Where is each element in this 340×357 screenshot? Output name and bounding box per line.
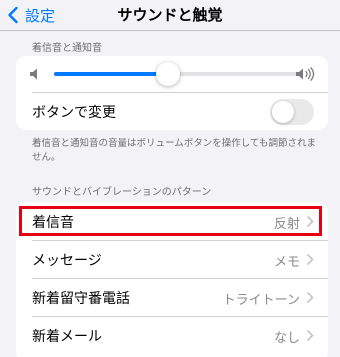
page-title: サウンドと触覚	[117, 6, 223, 24]
toggle-knob	[272, 101, 294, 123]
ringer-group: ボタンで変更	[16, 56, 328, 130]
chevron-right-icon	[307, 330, 314, 341]
text-tone-value: メモ	[273, 255, 300, 270]
patterns-section-header: サウンドとバイブレーションのパターン	[32, 187, 212, 198]
new-mail-label: 新着メール	[32, 329, 102, 345]
navigation-bar: 設定 サウンドと触覚	[0, 0, 340, 30]
change-with-buttons-row: ボタンで変更	[16, 93, 328, 130]
change-with-buttons-toggle[interactable]	[270, 99, 314, 125]
new-voicemail-row[interactable]: 新着留守番電話 トライトーン	[16, 278, 328, 316]
new-voicemail-value: トライトーン	[222, 293, 300, 308]
text-tone-label: メッセージ	[32, 253, 102, 269]
text-tone-row[interactable]: メッセージ メモ	[16, 240, 328, 278]
ringer-volume-slider[interactable]	[54, 62, 302, 86]
volume-slider-knob[interactable]	[156, 62, 181, 86]
new-mail-value: なし	[273, 331, 300, 346]
volume-slider-fill	[54, 72, 169, 76]
speaker-low-icon	[30, 68, 37, 80]
ringtone-highlight-box	[19, 206, 322, 236]
ringer-section-header: 着信音と通知音	[32, 43, 102, 54]
chevron-right-icon	[307, 292, 314, 303]
ringer-volume-row	[16, 56, 328, 92]
sounds-and-haptics-screen: 設定 サウンドと触覚 着信音と通知音 ボタンで変更 着信音と通知音の音量はボリュ…	[0, 0, 340, 357]
nav-divider	[0, 30, 340, 31]
chevron-right-icon	[307, 254, 314, 265]
new-voicemail-label: 新着留守番電話	[32, 291, 130, 307]
ringer-footer-note: 着信音と通知音の音量はボリュームボタンを操作しても調節されません。	[32, 138, 316, 163]
change-with-buttons-label: ボタンで変更	[32, 105, 116, 121]
new-mail-row[interactable]: 新着メール なし	[16, 316, 328, 354]
speaker-high-icon	[296, 67, 315, 81]
